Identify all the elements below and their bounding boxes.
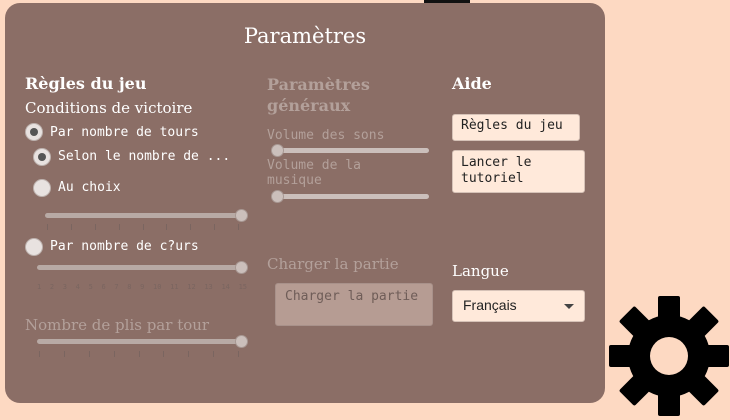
- hearts-tick-label: 12: [187, 283, 196, 291]
- tricks-slider-thumb[interactable]: [235, 335, 248, 348]
- hearts-slider-ticks: 1 2 3 4 5 6 7 8 9 10 11 12 13 14 15: [37, 283, 247, 291]
- rules-button[interactable]: Règles du jeu: [452, 114, 580, 141]
- hearts-tick-label: 6: [101, 283, 106, 291]
- language-select[interactable]: Français: [452, 290, 585, 322]
- hearts-slider-track[interactable]: [37, 265, 241, 270]
- tricks-slider-track[interactable]: [37, 339, 241, 344]
- hearts-tick-label: 10: [153, 283, 162, 291]
- hearts-tick-label: 11: [170, 283, 179, 291]
- rounds-slider-track[interactable]: [45, 213, 241, 218]
- rounds-slider-thumb[interactable]: [235, 209, 248, 222]
- hearts-tick-label: 8: [127, 283, 132, 291]
- sound-volume-thumb[interactable]: [271, 144, 284, 157]
- hearts-tick-label: 1: [37, 283, 42, 291]
- tutorial-button[interactable]: Lancer le tutoriel: [452, 150, 585, 193]
- tricks-slider-ticks: [39, 351, 239, 357]
- gear-icon[interactable]: [609, 296, 729, 416]
- sound-volume-label: Volume des sons: [267, 128, 385, 143]
- hearts-tick-label: 5: [88, 283, 93, 291]
- radio-rounds[interactable]: [25, 123, 43, 141]
- language-label: Langue: [452, 262, 509, 280]
- tricks-per-round-label: Nombre de plis par tour: [25, 316, 210, 334]
- music-volume-thumb[interactable]: [271, 190, 284, 203]
- hearts-tick-label: 7: [114, 283, 119, 291]
- load-game-button[interactable]: Charger la partie: [275, 283, 433, 326]
- dialog-title: Paramètres: [243, 24, 367, 48]
- victory-conditions-label: Conditions de victoire: [25, 99, 193, 117]
- sound-volume-track[interactable]: [277, 148, 429, 153]
- hearts-tick-label: 9: [140, 283, 145, 291]
- general-heading: Paramètres généraux: [267, 75, 370, 115]
- radio-hearts[interactable]: [25, 238, 43, 256]
- language-selected-value: Français: [463, 297, 517, 313]
- chevron-down-icon: [564, 304, 574, 309]
- radio-choice[interactable]: [33, 179, 51, 197]
- radio-by-count-label: Selon le nombre de ...: [58, 149, 231, 164]
- hearts-slider-thumb[interactable]: [235, 261, 248, 274]
- rules-heading: Règles du jeu: [25, 74, 147, 93]
- hearts-tick-label: 14: [221, 283, 230, 291]
- hearts-tick-label: 13: [204, 283, 213, 291]
- load-game-label: Charger la partie: [267, 255, 399, 273]
- settings-dialog: Paramètres Règles du jeu Conditions de v…: [5, 3, 605, 403]
- music-volume-track[interactable]: [277, 194, 429, 199]
- hearts-tick-label: 4: [75, 283, 80, 291]
- help-heading: Aide: [452, 74, 492, 93]
- rounds-slider-ticks: [47, 224, 239, 230]
- radio-choice-label: Au choix: [58, 180, 121, 195]
- radio-by-count[interactable]: [33, 148, 51, 166]
- hearts-tick-label: 15: [238, 283, 247, 291]
- hearts-tick-label: 2: [49, 283, 55, 291]
- radio-hearts-label: Par nombre de c?urs: [50, 239, 199, 254]
- music-volume-label: Volume de la musique: [267, 158, 361, 188]
- radio-rounds-label: Par nombre de tours: [50, 125, 199, 140]
- hearts-tick-label: 3: [62, 283, 67, 291]
